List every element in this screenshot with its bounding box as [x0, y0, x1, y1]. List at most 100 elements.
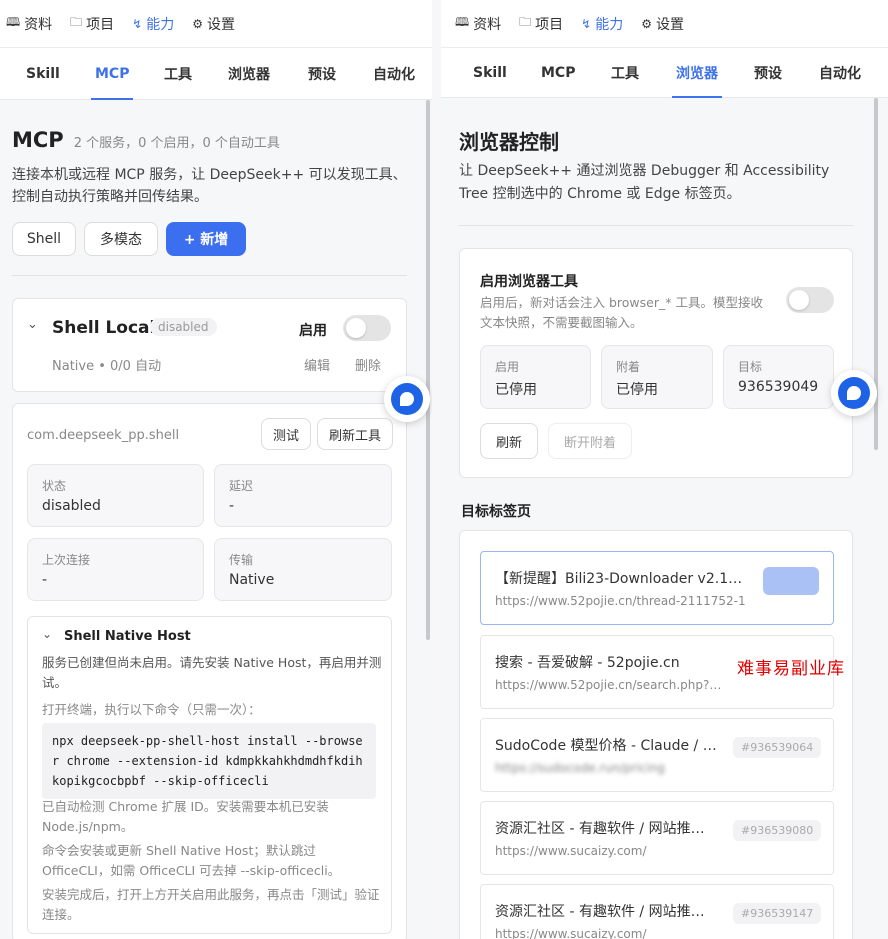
nav-item-capabilities[interactable]: ↯ 能力: [581, 14, 623, 34]
book-icon: 🕮: [6, 15, 21, 29]
server-meta: Native • 0/0 自动: [52, 359, 162, 374]
enable-label: 启用: [299, 323, 327, 339]
stat-target: 目标 936539049: [723, 345, 834, 409]
target-tab-title: SudoCode 模型价格 - Claude / …: [495, 738, 717, 754]
detach-button[interactable]: 断开附着: [548, 423, 632, 459]
page-title: MCP: [12, 128, 64, 152]
tab-id-badge: #936539147: [733, 903, 822, 924]
target-tab-title: 【新提醒】Bili23-Downloader v2.1…: [495, 571, 743, 587]
tab-skill[interactable]: Skill: [26, 48, 60, 100]
assistant-fab[interactable]: [831, 370, 877, 416]
target-tab-title: 搜索 - 吾爱破解 - 52pojie.cn: [495, 655, 680, 671]
tab-id-badge: #936539064: [733, 737, 822, 758]
target-tab-url: https://www.52pojie.cn/search.php?…: [495, 678, 722, 692]
preset-shell-button[interactable]: Shell: [12, 222, 76, 256]
edit-button[interactable]: 编辑: [304, 355, 330, 374]
stat-transport: 传输 Native: [214, 538, 392, 601]
target-tab-item[interactable]: SudoCode 模型价格 - Claude / … https://sudoc…: [480, 718, 834, 792]
server-name: Shell Local: [52, 318, 156, 338]
lightning-icon: ↯: [581, 16, 592, 31]
refresh-tools-button[interactable]: 刷新工具: [317, 418, 393, 450]
stat-attached: 附着 已停用: [601, 345, 713, 409]
tab-automation[interactable]: 自动化: [373, 48, 415, 100]
nav-item-projects[interactable]: 🗀 项目: [70, 13, 114, 34]
attach-button[interactable]: [763, 567, 819, 595]
tool-desc: 启用后，新对话会注入 browser_* 工具。模型接收文本快照，不需要截图输入…: [480, 295, 763, 330]
target-tab-title: 资源汇社区 - 有趣软件 / 网站推…: [495, 904, 705, 920]
browser-panel: 🕮 资料 🗀 项目 ↯ 能力 ⚙ 设置 Skill MCP 工具 浏览器 预设 自动化 …: [441, 0, 888, 939]
nav-item-projects[interactable]: 🗀 项目: [519, 13, 563, 34]
page-title: 浏览器控制: [459, 130, 559, 154]
tab-presets[interactable]: 预设: [754, 48, 782, 98]
mcp-description: 连接本机或远程 MCP 服务，让 DeepSeek++ 可以发现工具、控制自动执…: [12, 167, 407, 205]
nav-item-settings[interactable]: ⚙ 设置: [192, 14, 235, 34]
target-tab-url: https://sudocode.run/pricing: [495, 761, 665, 775]
target-tab-url: https://www.sucaizy.com/: [495, 927, 647, 939]
target-tab-title: 资源汇社区 - 有趣软件 / 网站推…: [495, 821, 705, 837]
gear-icon: ⚙: [192, 16, 203, 31]
install-command[interactable]: npx deepseek-pp-shell-host install --bro…: [42, 723, 376, 799]
note-install: 命令会安装或更新 Shell Native Host；默认跳过 OfficeCL…: [42, 843, 341, 878]
native-host-desc: 服务已创建但尚未启用。请先安装 Native Host，再启用并测试。: [42, 655, 382, 690]
note-after-install: 安装完成后，打开上方开关启用此服务，再点击「测试」验证连接。: [42, 887, 380, 922]
stat-enabled: 启用 已停用: [480, 345, 591, 409]
top-nav: 🕮 资料 🗀 项目 ↯ 能力 ⚙ 设置: [441, 0, 888, 48]
server-card-shell-local: ⌄ Shell Local disabled 启用 Native • 0/0 自…: [12, 298, 407, 392]
watermark: 难事易副业库: [737, 659, 845, 679]
folder-icon: 🗀: [70, 15, 83, 29]
note-extension-id: 已自动检测 Chrome 扩展 ID。安装需要本机已安装 Node.js/npm…: [42, 799, 329, 834]
mcp-panel: 🕮 资料 🗀 项目 ↯ 能力 ⚙ 设置 Skill MCP 工具 浏览器 预设 自动化 …: [0, 0, 432, 939]
server-detail: com.deepseek_pp.shell 测试 刷新工具 状态 disable…: [12, 403, 407, 939]
delete-button[interactable]: 删除: [355, 355, 381, 374]
gear-icon: ⚙: [641, 16, 652, 31]
nav-item-docs[interactable]: 🕮 资料: [455, 13, 501, 34]
tab-presets[interactable]: 预设: [308, 48, 336, 100]
browser-tool-card: 启用浏览器工具 启用后，新对话会注入 browser_* 工具。模型接收文本快照…: [459, 248, 853, 478]
divider: [459, 225, 853, 226]
stat-status: 状态 disabled: [27, 464, 204, 527]
target-tab-url: https://www.52pojie.cn/thread-2111752-1-…: [495, 594, 745, 608]
tab-tools[interactable]: 工具: [164, 48, 192, 100]
assistant-icon: [391, 383, 423, 415]
tab-tools[interactable]: 工具: [611, 48, 639, 98]
top-nav: 🕮 资料 🗀 项目 ↯ 能力 ⚙ 设置: [0, 0, 432, 48]
refresh-button[interactable]: 刷新: [480, 423, 538, 459]
enable-toggle[interactable]: [343, 315, 391, 341]
tab-mcp[interactable]: MCP: [541, 48, 575, 98]
sub-tabs: Skill MCP 工具 浏览器 预设 自动化: [0, 48, 432, 100]
browser-content: 浏览器控制 让 DeepSeek++ 通过浏览器 Debugger 和 Acce…: [441, 98, 888, 939]
target-tab-item[interactable]: 资源汇社区 - 有趣软件 / 网站推… https://www.sucaizy.…: [480, 801, 834, 875]
tab-skill[interactable]: Skill: [473, 48, 507, 98]
browser-description: 让 DeepSeek++ 通过浏览器 Debugger 和 Accessibil…: [459, 163, 830, 202]
targets-heading: 目标标签页: [461, 504, 531, 520]
tab-id-badge: #936539080: [733, 820, 822, 841]
chevron-down-icon[interactable]: ⌄: [27, 317, 38, 332]
stat-latency: 延迟 -: [214, 464, 392, 527]
scrollbar[interactable]: [426, 100, 430, 640]
tab-mcp[interactable]: MCP: [90, 48, 134, 100]
divider: [12, 275, 407, 276]
tab-browser[interactable]: 浏览器: [672, 48, 722, 98]
browser-tool-toggle[interactable]: [786, 287, 834, 313]
status-badge: disabled: [150, 318, 217, 336]
nav-item-settings[interactable]: ⚙ 设置: [641, 14, 684, 34]
test-button[interactable]: 测试: [261, 418, 311, 450]
nav-item-docs[interactable]: 🕮 资料: [6, 13, 52, 34]
mcp-summary: 2 个服务，0 个启用，0 个自动工具: [73, 136, 280, 151]
panel-separator: [432, 0, 441, 939]
tab-browser[interactable]: 浏览器: [228, 48, 270, 100]
chevron-down-icon[interactable]: ⌄: [42, 627, 52, 641]
target-tab-item[interactable]: 资源汇社区 - 有趣软件 / 网站推… https://www.sucaizy.…: [480, 884, 834, 939]
folder-icon: 🗀: [519, 15, 532, 29]
target-tabs-list: 【新提醒】Bili23-Downloader v2.1… https://www…: [459, 530, 853, 939]
lightning-icon: ↯: [132, 16, 143, 31]
nav-item-capabilities[interactable]: ↯ 能力: [132, 14, 174, 34]
server-id: com.deepseek_pp.shell: [27, 428, 180, 443]
target-tab-item[interactable]: 【新提醒】Bili23-Downloader v2.1… https://www…: [480, 551, 834, 625]
command-intro: 打开终端，执行以下命令（只需一次）：: [42, 702, 261, 717]
add-server-button[interactable]: + 新增: [166, 222, 246, 256]
assistant-fab[interactable]: [384, 376, 430, 422]
tool-title: 启用浏览器工具: [480, 274, 578, 290]
tab-automation[interactable]: 自动化: [819, 48, 861, 98]
preset-multimodal-button[interactable]: 多模态: [84, 222, 158, 256]
